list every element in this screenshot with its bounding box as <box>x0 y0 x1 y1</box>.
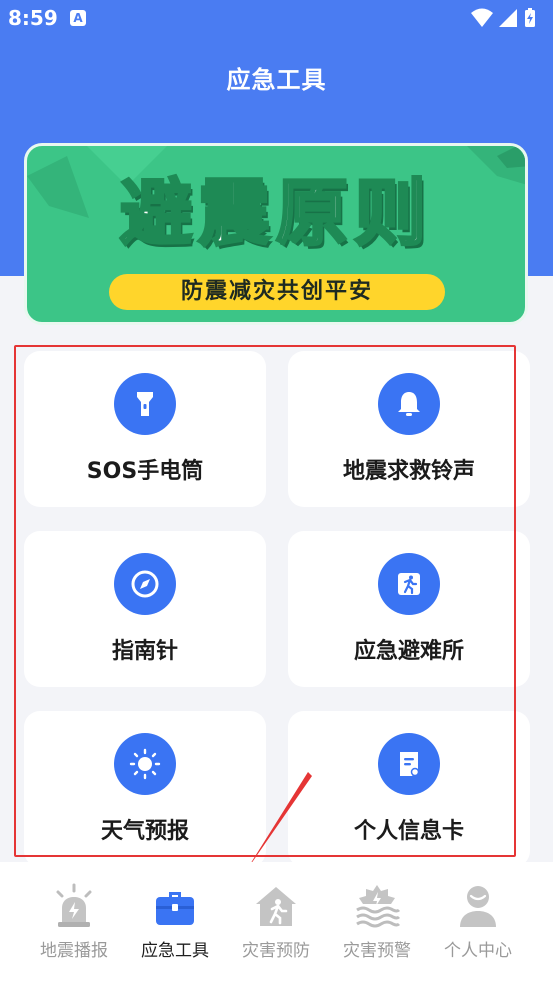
tool-label: 应急避难所 <box>353 639 464 664</box>
notification-icon: A <box>70 10 86 26</box>
tool-card-emergency-shelter[interactable]: 应急避难所 <box>288 531 530 687</box>
nav-label: 个人中心 <box>444 941 512 961</box>
tool-card-compass[interactable]: 指南针 <box>24 531 266 687</box>
tool-label: 指南针 <box>111 639 178 664</box>
nav-label: 应急工具 <box>141 941 209 961</box>
nav-label: 地震播报 <box>40 941 108 961</box>
alarm-light-icon <box>56 883 92 927</box>
status-icons <box>469 7 539 33</box>
warning-wave-icon <box>356 885 401 928</box>
document-card-icon <box>378 733 440 795</box>
status-bar: 8:59 A <box>0 0 553 38</box>
tool-label: 个人信息卡 <box>353 819 464 844</box>
tool-card-sos-flashlight[interactable]: SOS手电筒 <box>24 351 266 507</box>
bottom-navigation: 地震播报 应急工具 灾害预防 灾害预警 个人中心 <box>0 862 553 984</box>
status-time: 8:59 <box>8 6 58 30</box>
banner-earthquake-principles[interactable]: 避震原则 防震减灾共创平安 <box>24 143 528 325</box>
signal-icon <box>499 9 517 27</box>
nav-disaster-prevention[interactable]: 灾害预防 <box>226 882 326 972</box>
running-exit-icon <box>378 553 440 615</box>
toolbox-icon <box>156 892 194 925</box>
banner-title: 避震原则 <box>118 170 432 257</box>
compass-icon <box>114 553 176 615</box>
tool-label: 天气预报 <box>100 819 189 844</box>
sun-icon <box>114 733 176 795</box>
wifi-icon <box>471 8 493 27</box>
flashlight-icon <box>114 373 176 435</box>
tool-label: SOS手电筒 <box>86 459 204 484</box>
house-person-icon <box>256 887 296 926</box>
tool-card-personal-info[interactable]: 个人信息卡 <box>288 711 530 867</box>
nav-personal-center[interactable]: 个人中心 <box>428 882 528 972</box>
user-icon <box>460 886 496 927</box>
nav-emergency-tools[interactable]: 应急工具 <box>125 882 225 972</box>
tool-card-weather[interactable]: 天气预报 <box>24 711 266 867</box>
nav-label: 灾害预警 <box>343 941 411 961</box>
page-title: 应急工具 <box>226 66 327 94</box>
tool-label: 地震求救铃声 <box>342 459 475 484</box>
nav-earthquake-report[interactable]: 地震播报 <box>24 882 124 972</box>
nav-label: 灾害预防 <box>242 941 310 961</box>
battery-icon <box>525 8 535 27</box>
bell-icon <box>378 373 440 435</box>
nav-disaster-warning[interactable]: 灾害预警 <box>327 882 427 972</box>
banner-subtitle: 防震减灾共创平安 <box>109 274 445 310</box>
tool-card-earthquake-ringtone[interactable]: 地震求救铃声 <box>288 351 530 507</box>
